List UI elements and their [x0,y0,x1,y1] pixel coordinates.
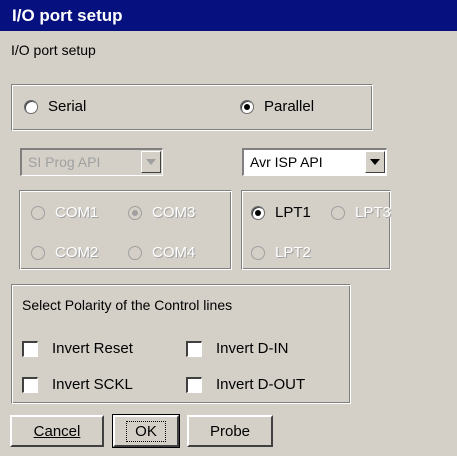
lpt2-label: LPT2 [275,244,311,261]
invert-sckl-checkbox[interactable]: Invert SCKL [22,376,133,393]
lpt1-radio-dot [251,205,265,220]
com2-radio-dot [31,245,45,260]
com2-label: COM2 [55,244,99,261]
lpt1-label: LPT1 [275,204,311,221]
com1-label: COM1 [55,204,99,221]
invert-din-label: Invert D-IN [216,340,289,357]
com4-radio[interactable]: COM4 [128,244,195,261]
lpt3-radio-dot [331,205,345,220]
ok-button[interactable]: OK [112,414,180,448]
invert-dout-label: Invert D-OUT [216,376,306,393]
invert-reset-checkbox[interactable]: Invert Reset [22,340,133,357]
cancel-button[interactable]: Cancel [10,415,104,447]
lpt3-radio[interactable]: LPT3 [331,204,391,221]
serial-radio-dot [24,99,38,114]
com3-radio-dot [128,205,142,220]
lpt1-radio[interactable]: LPT1 [251,204,311,221]
chevron-down-icon [370,159,380,165]
invert-sckl-label: Invert SCKL [52,376,133,393]
invert-din-box [186,340,202,357]
serial-radio[interactable]: Serial [24,98,86,115]
serial-api-select[interactable]: SI Prog API [20,148,163,176]
serial-api-value: SI Prog API [28,154,101,170]
lpt2-radio[interactable]: LPT2 [251,244,311,261]
parallel-radio[interactable]: Parallel [240,98,314,115]
probe-button-label: Probe [209,422,251,440]
parallel-radio-dot [240,99,254,114]
invert-reset-box [22,340,38,357]
parallel-api-value: Avr ISP API [250,154,323,170]
serial-label: Serial [48,98,87,115]
invert-dout-box [186,376,202,393]
window-title: I/O port setup [12,6,123,25]
parallel-label: Parallel [264,98,315,115]
title-bar[interactable]: I/O port setup [0,0,457,31]
io-port-setup-dialog: I/O port setup I/O port setup Serial Par… [0,0,457,456]
polarity-heading: Select Polarity of the Control lines [22,297,233,313]
com4-radio-dot [128,245,142,260]
com1-radio-dot [31,205,45,220]
ok-button-label: OK [126,420,166,442]
lpt2-radio-dot [251,245,265,260]
com3-label: COM3 [152,204,196,221]
com4-label: COM4 [152,244,196,261]
com2-radio[interactable]: COM2 [31,244,98,261]
invert-din-checkbox[interactable]: Invert D-IN [186,340,289,357]
dialog-heading: I/O port setup [11,42,96,58]
cancel-button-label: Cancel [33,422,81,440]
chevron-down-icon [146,159,156,165]
invert-reset-label: Invert Reset [52,340,133,357]
parallel-api-dropdown-button[interactable] [365,151,385,173]
invert-dout-checkbox[interactable]: Invert D-OUT [186,376,305,393]
com3-radio[interactable]: COM3 [128,204,195,221]
lpt3-label: LPT3 [355,204,391,221]
invert-sckl-box [22,376,38,393]
serial-api-dropdown-button[interactable] [141,151,161,173]
com1-radio[interactable]: COM1 [31,204,98,221]
parallel-api-select[interactable]: Avr ISP API [242,148,387,176]
probe-button[interactable]: Probe [187,415,273,447]
